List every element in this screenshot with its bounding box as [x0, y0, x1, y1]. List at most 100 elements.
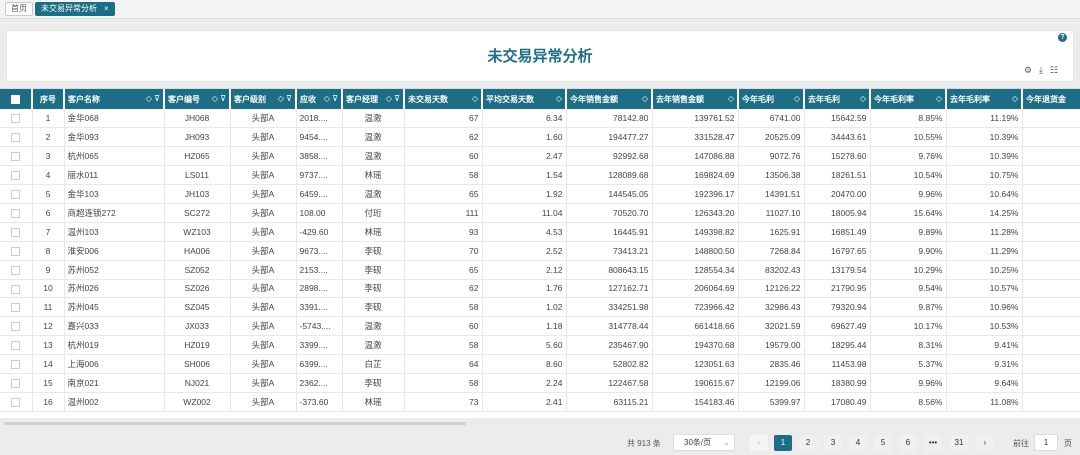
table-cell: 8	[32, 241, 65, 261]
sort-filter-icon[interactable]: ◇ ⊽	[146, 94, 160, 103]
table-row[interactable]: 4 丽水011 LS011 头部A 9737.... 林瑶 58 1.54 128089.68 1…	[0, 165, 1080, 186]
column-header[interactable]: 客户名称 ◇ ⊽	[64, 89, 165, 109]
table-cell: 淮安006	[64, 241, 165, 261]
sort-filter-icon[interactable]: ◇	[556, 94, 562, 103]
next-page-button[interactable]: ›	[976, 435, 994, 451]
prev-page-button[interactable]: ‹	[750, 435, 768, 451]
column-header[interactable]: 去年销售金额 ◇	[652, 89, 739, 109]
sort-filter-icon[interactable]: ◇ ⊽	[212, 94, 226, 103]
row-checkbox[interactable]	[0, 392, 33, 412]
close-icon[interactable]: ×	[104, 4, 109, 13]
table-row[interactable]: 6 商超连锁272 SC272 头部A 108.00 付珩 111 11.04 70520.70…	[0, 203, 1080, 223]
table-cell: 10.39%	[946, 146, 1023, 167]
row-checkbox[interactable]	[0, 260, 33, 280]
table-cell: 10.75%	[946, 165, 1023, 186]
table-cell: 1.92	[482, 184, 567, 204]
row-checkbox[interactable]	[0, 373, 33, 393]
tab-home[interactable]: 首页	[5, 2, 33, 16]
table-cell: 李砚	[342, 260, 405, 280]
table-row[interactable]: 13 杭州019 HZ019 头部A 3399.... 温激 58 5.60 235467.90…	[0, 335, 1080, 356]
table-cell: 32021.59	[738, 316, 805, 337]
column-header[interactable]: 平均交易天数 ◇	[482, 89, 567, 109]
page-size-select[interactable]: 30条/页 ⌄	[673, 434, 735, 451]
column-header[interactable]: 今年毛利率 ◇	[870, 89, 947, 109]
table-row[interactable]: 3 杭州065 HZ065 头部A 3858.... 温激 60 2.47 92992.68 14…	[0, 146, 1080, 167]
table-cell: 13506.38	[738, 165, 805, 186]
column-header[interactable]: 应收 ◇ ⊽	[296, 89, 343, 109]
row-checkbox[interactable]	[0, 316, 33, 337]
select-all-checkbox[interactable]	[0, 89, 33, 109]
sort-filter-icon[interactable]: ◇	[860, 94, 866, 103]
table-cell: 11.08%	[946, 392, 1023, 412]
goto-page-input[interactable]: 1	[1034, 434, 1058, 451]
page-button-5[interactable]: 5	[874, 435, 892, 451]
column-header[interactable]: 去年毛利率 ◇	[946, 89, 1023, 109]
table-cell: 温州002	[64, 392, 165, 412]
sort-filter-icon[interactable]: ◇ ⊽	[386, 94, 400, 103]
sort-filter-icon[interactable]: ◇	[1012, 94, 1018, 103]
row-checkbox[interactable]	[0, 335, 33, 356]
sort-filter-icon[interactable]: ◇ ⊽	[278, 94, 292, 103]
column-header[interactable]: 序号	[32, 89, 65, 109]
table-cell: 温激	[342, 316, 405, 337]
row-checkbox[interactable]	[0, 241, 33, 261]
horizontal-scrollbar[interactable]	[4, 422, 466, 425]
table-row[interactable]: 16 温州002 WZ002 头部A -373.60 林瑶 73 2.41 63115.21 15…	[0, 392, 1080, 412]
table-row[interactable]: 5 金华103 JH103 头部A 6459.... 温激 65 1.92 144545.05 1…	[0, 184, 1080, 204]
table-row[interactable]: 9 苏州052 SZ052 头部A 2153.... 李砚 65 2.12 808643.15 1…	[0, 260, 1080, 280]
row-checkbox[interactable]	[0, 184, 33, 204]
sort-filter-icon[interactable]: ◇	[642, 94, 648, 103]
column-list-icon[interactable]: ☷	[1050, 65, 1065, 75]
page-button-6[interactable]: 6	[899, 435, 917, 451]
table-row[interactable]: 14 上海006 SH006 头部A 6399.... 白芷 64 8.60 52802.82 1…	[0, 354, 1080, 374]
settings-icon[interactable]: ⚙	[1024, 65, 1039, 75]
table-row[interactable]: 7 温州103 WZ103 头部A -429.60 林瑶 93 4.53 16445.91 149…	[0, 222, 1080, 242]
more-pages-button[interactable]: •••	[924, 435, 942, 451]
table-row[interactable]: 11 苏州045 SZ045 头部A 3391.... 李砚 58 1.02 334251.98…	[0, 297, 1080, 318]
row-checkbox[interactable]	[0, 354, 33, 374]
page-button-1[interactable]: 1	[774, 435, 792, 451]
page-button-2[interactable]: 2	[799, 435, 817, 451]
table-cell: HA006	[164, 241, 231, 261]
table-row[interactable]: 12 嘉兴033 JX033 头部A -5743.... 温激 60 1.18 314778.4…	[0, 316, 1080, 337]
row-checkbox[interactable]	[0, 146, 33, 167]
column-header-label: 客户经理	[346, 94, 378, 104]
help-icon[interactable]: ?	[1058, 33, 1067, 42]
table-cell: 21790.95	[804, 279, 871, 299]
sort-filter-icon[interactable]: ◇	[936, 94, 942, 103]
column-header[interactable]: 未交易天数 ◇	[404, 89, 483, 109]
row-checkbox[interactable]	[0, 222, 33, 242]
sort-filter-icon[interactable]: ◇ ⊽	[324, 94, 338, 103]
table-cell: 3	[32, 146, 65, 167]
row-checkbox[interactable]	[0, 165, 33, 186]
column-header-label: 去年销售金额	[656, 94, 704, 104]
column-header[interactable]: 客户经理 ◇ ⊽	[342, 89, 405, 109]
table-row[interactable]: 10 苏州026 SZ026 头部A 2898.... 李砚 62 1.76 127162.71…	[0, 279, 1080, 299]
row-checkbox[interactable]	[0, 203, 33, 223]
table-row[interactable]: 1 金华068 JH068 头部A 2018.... 温激 67 6.34 78142.80 13…	[0, 109, 1080, 129]
sort-filter-icon[interactable]: ◇	[794, 94, 800, 103]
column-header[interactable]: 今年毛利 ◇	[738, 89, 805, 109]
column-header[interactable]: 去年毛利 ◇	[804, 89, 871, 109]
table-cell: 头部A	[230, 127, 297, 148]
page-button-31[interactable]: 31	[950, 435, 968, 451]
column-header[interactable]: 今年退货金	[1022, 89, 1080, 109]
sort-filter-icon[interactable]: ◇	[728, 94, 734, 103]
download-icon[interactable]: ⤓	[1039, 65, 1050, 75]
row-checkbox[interactable]	[0, 297, 33, 318]
table-cell: 头部A	[230, 392, 297, 412]
row-checkbox[interactable]	[0, 109, 33, 129]
table-cell: 20470.00	[804, 184, 871, 204]
column-header[interactable]: 今年销售金额 ◇	[566, 89, 653, 109]
table-row[interactable]: 8 淮安006 HA006 头部A 9673.... 李砚 70 2.52 73413.21 14…	[0, 241, 1080, 261]
column-header[interactable]: 客户级别 ◇ ⊽	[230, 89, 297, 109]
table-row[interactable]: 15 南京021 NJ021 头部A 2362.... 李砚 58 2.24 122467.58…	[0, 373, 1080, 393]
row-checkbox[interactable]	[0, 279, 33, 299]
column-header[interactable]: 客户编号 ◇ ⊽	[164, 89, 231, 109]
table-row[interactable]: 2 金华093 JH093 头部A 9454.... 温激 62 1.60 194477.27 3…	[0, 127, 1080, 148]
sort-filter-icon[interactable]: ◇	[472, 94, 478, 103]
row-checkbox[interactable]	[0, 127, 33, 148]
page-button-3[interactable]: 3	[824, 435, 842, 451]
page-button-4[interactable]: 4	[849, 435, 867, 451]
tab-unused-trade-analysis[interactable]: 未交易异常分析 ×	[35, 2, 115, 16]
